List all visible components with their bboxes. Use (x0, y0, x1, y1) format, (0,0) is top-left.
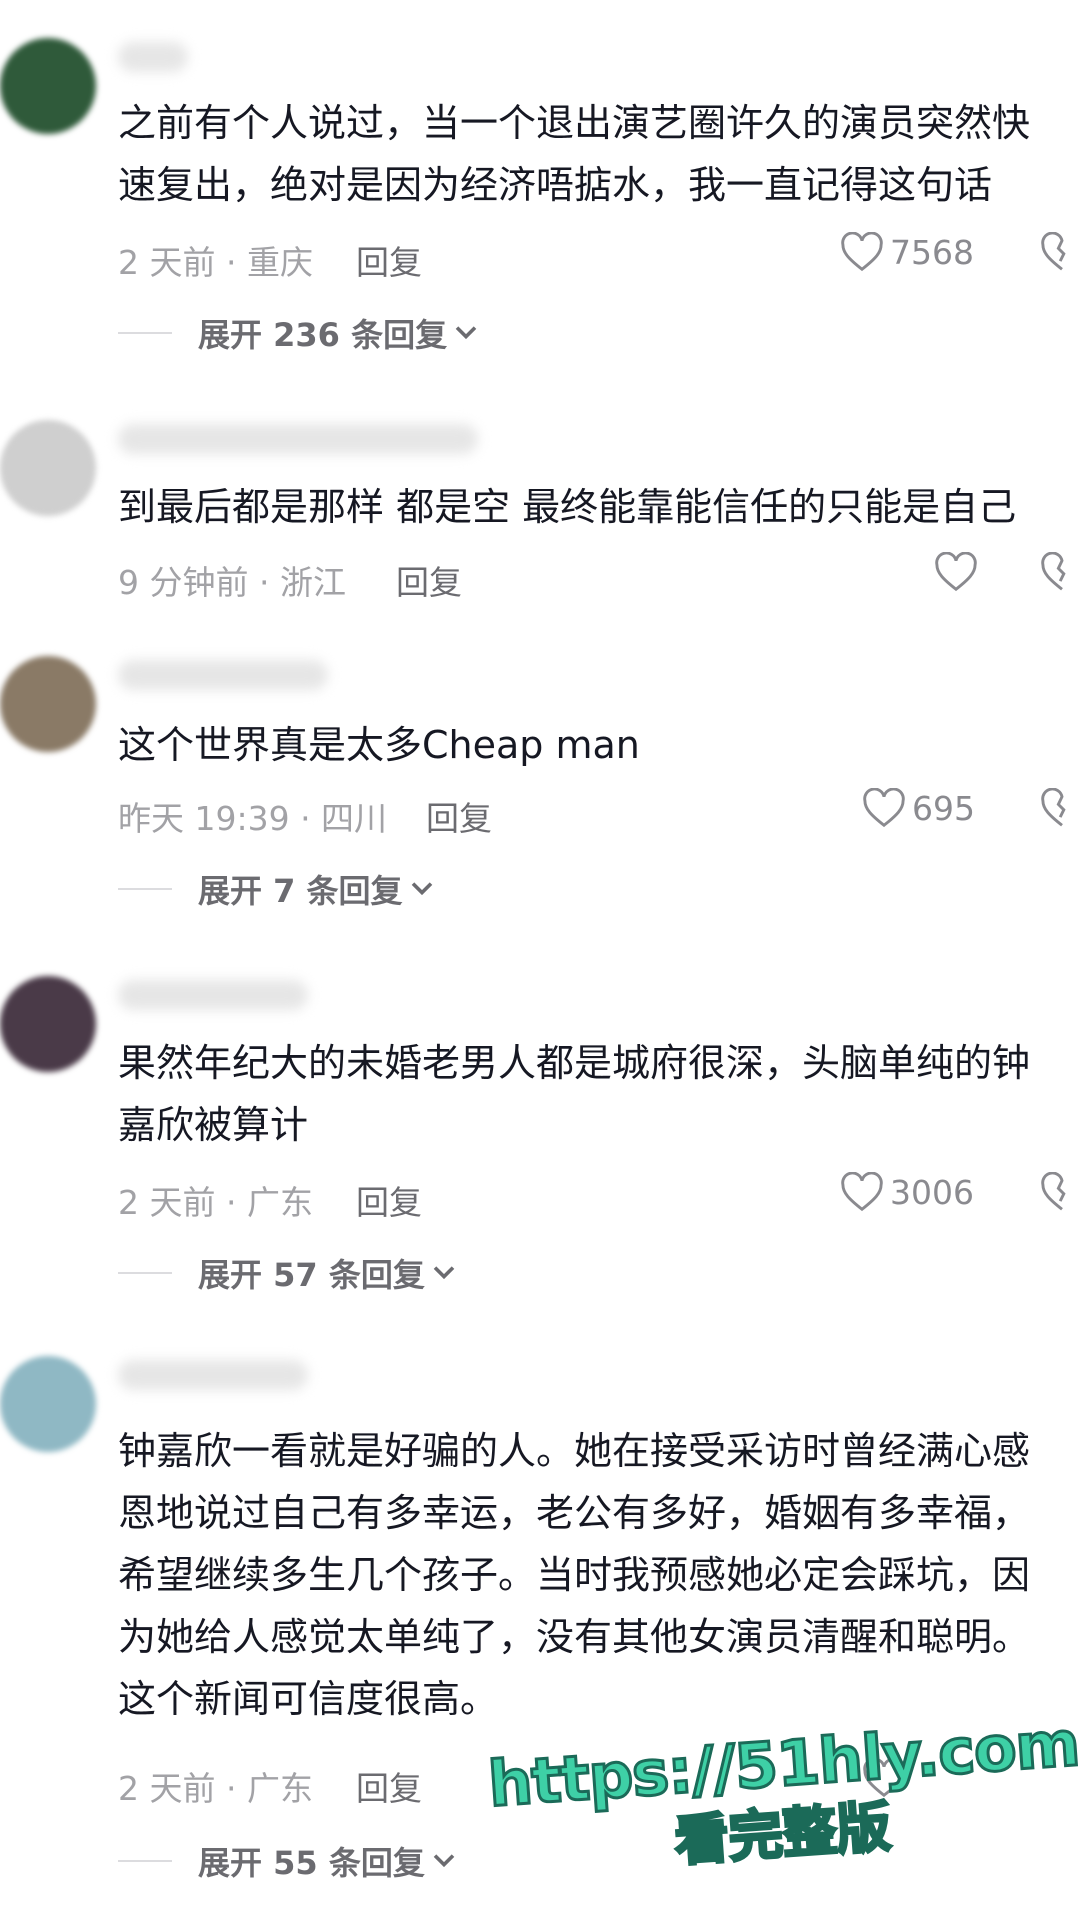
broken-heart-icon (1041, 231, 1066, 271)
comment-meta: 2 天前 · 重庆 (118, 243, 313, 282)
heart-icon (863, 788, 905, 828)
expand-replies-button[interactable]: 展开 7 条回复 (118, 866, 435, 912)
avatar[interactable] (0, 656, 96, 752)
comment-meta: 2 天前 · 广东 (118, 1769, 313, 1808)
expand-replies-button[interactable]: 展开 55 条回复 (118, 1838, 457, 1884)
username-blurred[interactable] (118, 1360, 308, 1390)
expand-label: 展开 7 条回复 (198, 872, 403, 910)
comment-meta: 9 分钟前 · 浙江 (118, 563, 346, 602)
heart-icon (935, 552, 977, 592)
username-blurred[interactable] (118, 424, 478, 454)
comment-line: 之前有个人说过，当一个退出演艺圈许久的演员突然快 (118, 101, 1031, 145)
reply-button[interactable]: 回复 (426, 792, 492, 840)
comment-meta: 昨天 19:39 · 四川 (118, 799, 388, 838)
username-blurred[interactable] (118, 42, 188, 72)
like-count: 695 (912, 788, 975, 828)
comment-text: 钟嘉欣一看就是好骗的人。她在接受采访时曾经满心感 恩地说过自己有多幸运，老公有多… (118, 1420, 1080, 1730)
expand-label: 展开 57 条回复 (198, 1256, 425, 1294)
expand-replies-button[interactable]: 展开 236 条回复 (118, 310, 479, 356)
comment-line: 钟嘉欣一看就是好骗的人。她在接受采访时曾经满心感 (118, 1429, 1031, 1473)
divider (118, 1272, 172, 1274)
dislike-button[interactable] (1040, 551, 1080, 596)
reply-button[interactable]: 回复 (356, 1762, 422, 1810)
broken-heart-icon (1041, 551, 1066, 591)
divider (118, 1860, 172, 1862)
username-blurred[interactable] (118, 980, 308, 1010)
divider (118, 332, 172, 334)
reply-button[interactable]: 回复 (356, 1176, 422, 1224)
comment-line: 果然年纪大的未婚老男人都是城府很深，头脑单纯的钟 (118, 1041, 1031, 1085)
reply-button[interactable]: 回复 (396, 556, 462, 604)
chevron-down-icon (455, 326, 477, 340)
heart-icon (841, 1172, 883, 1212)
chevron-down-icon (411, 882, 432, 896)
comment-text: 果然年纪大的未婚老男人都是城府很深，头脑单纯的钟 嘉欣被算计 (118, 1032, 1080, 1156)
comment-line: 恩地说过自己有多幸运，老公有多好，婚姻有多幸福， (118, 1491, 1031, 1535)
comment-screen: { "comments": [ { "lines": ["之前有个人说过，当一个… (0, 0, 1080, 1920)
expand-label: 展开 55 条回复 (198, 1844, 425, 1882)
like-count: 7568 (890, 232, 974, 272)
avatar[interactable] (0, 976, 96, 1072)
expand-replies-button[interactable]: 展开 57 条回复 (118, 1250, 457, 1296)
chevron-down-icon (433, 1854, 455, 1868)
heart-icon (841, 232, 883, 272)
avatar[interactable] (0, 38, 96, 134)
comment-line: 为她给人感觉太单纯了，没有其他女演员清醒和聪明。 (118, 1615, 1031, 1659)
comment-line: 到最后都是那样 都是空 最终能靠能信任的只能是自己 (118, 485, 1017, 529)
expand-label: 展开 236 条回复 (198, 316, 448, 354)
comment-meta: 2 天前 · 广东 (118, 1183, 313, 1222)
like-button[interactable]: 7568 (840, 232, 974, 272)
dislike-button[interactable] (1040, 1171, 1080, 1216)
username-blurred[interactable] (118, 660, 328, 690)
comment-line: 这个世界真是太多Cheap man (118, 723, 640, 767)
watermark-overlay: https://51hly.com 看完整版 (485, 1705, 1080, 1888)
dislike-button[interactable] (1040, 231, 1080, 276)
comment-line: 速复出，绝对是因为经济唔掂水，我一直记得这句话 (118, 163, 993, 207)
broken-heart-icon (1041, 787, 1066, 827)
chevron-down-icon (433, 1266, 455, 1280)
comment-text: 到最后都是那样 都是空 最终能靠能信任的只能是自己 (118, 476, 1080, 538)
comment-text: 之前有个人说过，当一个退出演艺圈许久的演员突然快 速复出，绝对是因为经济唔掂水，… (118, 92, 1080, 216)
like-button[interactable]: 695 (862, 788, 975, 828)
like-count: 3006 (890, 1172, 974, 1212)
dislike-button[interactable] (1040, 787, 1080, 832)
avatar[interactable] (0, 420, 96, 516)
comment-text: 这个世界真是太多Cheap man (118, 714, 1080, 776)
comment-line: 嘉欣被算计 (118, 1103, 309, 1147)
reply-button[interactable]: 回复 (356, 236, 422, 284)
broken-heart-icon (1041, 1171, 1066, 1211)
comment-line: 希望继续多生几个孩子。当时我预感她必定会踩坑，因 (118, 1553, 1031, 1597)
like-button[interactable]: 3006 (840, 1172, 974, 1212)
avatar[interactable] (0, 1356, 96, 1452)
like-button[interactable] (934, 552, 978, 592)
divider (118, 888, 172, 890)
